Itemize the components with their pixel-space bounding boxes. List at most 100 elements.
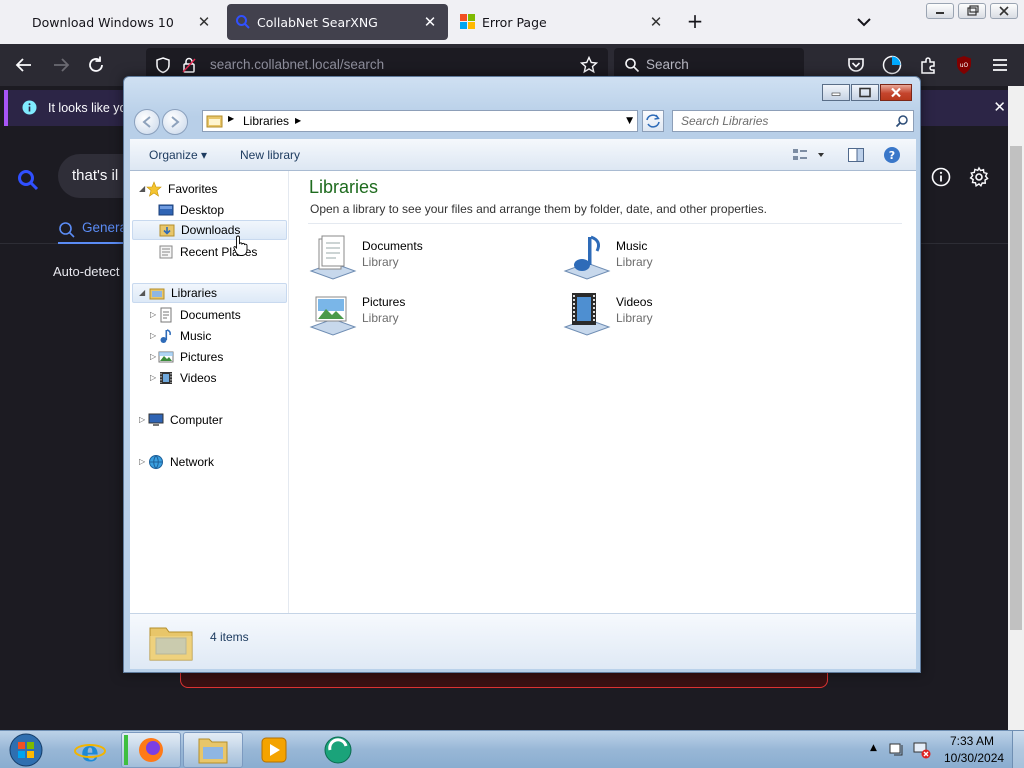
preview-pane-icon[interactable] xyxy=(847,147,865,163)
library-item-videos[interactable]: Videos Library xyxy=(562,289,762,341)
collapse-arrow-icon[interactable]: ▷ xyxy=(150,352,158,362)
firefox-tab-bar: Download Windows 10 ✕ CollabNet SearXNG … xyxy=(0,0,1024,44)
start-button-icon[interactable] xyxy=(6,732,46,768)
pocket-icon[interactable] xyxy=(845,54,867,76)
reload-icon[interactable] xyxy=(85,54,107,76)
change-view-icon[interactable] xyxy=(792,147,828,163)
refresh-button[interactable] xyxy=(642,110,664,132)
searxng-logo-icon[interactable] xyxy=(16,168,40,192)
tab-general[interactable]: Genera xyxy=(82,220,127,235)
close-button[interactable] xyxy=(990,3,1018,19)
nav-favorites[interactable]: Favorites xyxy=(146,179,266,199)
tab-close-icon[interactable]: ✕ xyxy=(420,12,440,32)
library-item-pictures[interactable]: Pictures Library xyxy=(308,289,508,341)
taskbar-explorer[interactable] xyxy=(183,732,243,768)
language-autodetect[interactable]: Auto-detect xyxy=(53,264,120,279)
bookmark-star-icon[interactable] xyxy=(580,56,598,74)
nav-libraries[interactable]: Libraries xyxy=(132,283,287,303)
action-center-icon[interactable] xyxy=(888,741,906,759)
nav-downloads[interactable]: Downloads xyxy=(132,220,287,240)
nav-desktop[interactable]: Desktop xyxy=(158,200,278,220)
scrollbar-thumb[interactable] xyxy=(1010,146,1022,630)
explorer-maximize-button[interactable] xyxy=(851,84,879,101)
nav-computer[interactable]: Computer xyxy=(148,410,278,430)
nav-videos[interactable]: Videos xyxy=(158,368,278,388)
search-icon xyxy=(59,222,75,238)
extensions-icon[interactable] xyxy=(917,54,939,76)
shield-icon[interactable] xyxy=(154,56,172,74)
collapse-arrow-icon[interactable]: ▷ xyxy=(150,331,158,341)
expand-arrow-icon[interactable]: ◢ xyxy=(139,288,147,298)
hamburger-menu-icon[interactable] xyxy=(989,54,1011,76)
tree-label: Computer xyxy=(170,413,223,427)
collapse-arrow-icon[interactable]: ▷ xyxy=(139,415,147,425)
clock-date[interactable]: 10/30/2024 xyxy=(944,751,1004,765)
lock-warning-icon[interactable] xyxy=(180,56,198,74)
info-circle-icon[interactable] xyxy=(930,166,952,188)
forward-arrow-icon[interactable] xyxy=(50,54,72,76)
search-placeholder: Search xyxy=(646,57,689,72)
explorer-command-bar: Organize ▾ New library ? xyxy=(130,139,916,171)
ublock-origin-icon[interactable]: uO xyxy=(953,54,975,76)
taskbar-firefox[interactable] xyxy=(121,732,181,768)
nav-documents[interactable]: Documents xyxy=(158,305,278,325)
tab-title: Download Windows 10 xyxy=(32,14,174,30)
clock-time[interactable]: 7:33 AM xyxy=(950,734,994,748)
address-dropdown-icon[interactable]: ▼ xyxy=(626,116,633,126)
tree-label: Network xyxy=(170,455,215,469)
organize-button[interactable]: Organize ▾ xyxy=(149,148,207,162)
list-all-tabs-icon[interactable] xyxy=(852,10,876,34)
library-item-music[interactable]: Music Library xyxy=(562,233,762,285)
address-bar[interactable]: ▶ Libraries ▶ ▼ xyxy=(202,110,638,132)
library-name: Documents xyxy=(362,239,423,253)
new-library-button[interactable]: New library xyxy=(240,148,300,162)
tab-error-page[interactable]: Error Page ✕ xyxy=(452,4,674,40)
show-desktop-button[interactable] xyxy=(1012,731,1024,768)
nav-music[interactable]: Music xyxy=(158,326,278,346)
back-arrow-icon[interactable] xyxy=(13,54,35,76)
tab-close-icon[interactable]: ✕ xyxy=(646,12,666,32)
account-icon[interactable] xyxy=(881,54,903,76)
minimize-button[interactable] xyxy=(926,3,954,19)
search-icon[interactable] xyxy=(895,114,909,128)
tab-collabnet-searxng[interactable]: CollabNet SearXNG ✕ xyxy=(227,4,448,40)
explorer-search-input[interactable]: Search Libraries xyxy=(672,110,914,132)
recent-places-icon xyxy=(159,245,173,259)
collapse-arrow-icon[interactable]: ▷ xyxy=(150,310,158,320)
address-crumb-libraries[interactable]: Libraries xyxy=(243,114,289,128)
favorites-star-icon xyxy=(146,181,162,197)
app-icon xyxy=(324,736,352,764)
taskbar-internet-explorer[interactable]: e xyxy=(60,732,120,768)
nav-pictures[interactable]: Pictures xyxy=(158,347,278,367)
tab-download-windows[interactable]: Download Windows 10 ✕ xyxy=(0,4,222,40)
documents-library-icon xyxy=(309,235,357,280)
explorer-minimize-button[interactable] xyxy=(822,84,850,101)
restore-button[interactable] xyxy=(958,3,986,19)
taskbar-app[interactable] xyxy=(306,732,366,768)
nav-recent-places[interactable]: Recent Places xyxy=(158,242,283,262)
crumb-arrow-icon[interactable]: ▶ xyxy=(228,114,234,123)
help-icon[interactable]: ? xyxy=(883,146,901,164)
notification-close-icon[interactable]: ✕ xyxy=(993,98,1006,116)
taskbar-media-player[interactable] xyxy=(244,732,304,768)
library-type: Library xyxy=(616,311,653,325)
settings-gear-icon[interactable] xyxy=(968,166,990,188)
nav-network[interactable]: Network xyxy=(148,452,278,472)
forward-button[interactable] xyxy=(162,109,188,135)
downloads-folder-icon xyxy=(159,224,175,237)
tab-title: Error Page xyxy=(482,14,547,30)
svg-text:uO: uO xyxy=(960,62,969,69)
tree-label: Documents xyxy=(180,308,241,322)
new-tab-button[interactable]: + xyxy=(684,10,706,32)
page-title: Libraries xyxy=(309,177,379,197)
tab-close-icon[interactable]: ✕ xyxy=(194,12,214,32)
collapse-arrow-icon[interactable]: ▷ xyxy=(139,457,147,467)
back-button[interactable] xyxy=(134,109,160,135)
crumb-arrow-icon[interactable]: ▶ xyxy=(295,116,301,125)
network-disconnected-icon[interactable] xyxy=(912,741,932,759)
page-scrollbar[interactable] xyxy=(1008,86,1024,730)
explorer-close-button[interactable] xyxy=(880,84,912,101)
collapse-arrow-icon[interactable]: ▷ xyxy=(150,373,158,383)
show-hidden-icons-icon[interactable]: ▲ xyxy=(870,743,877,753)
library-item-documents[interactable]: Documents Library xyxy=(308,233,508,285)
